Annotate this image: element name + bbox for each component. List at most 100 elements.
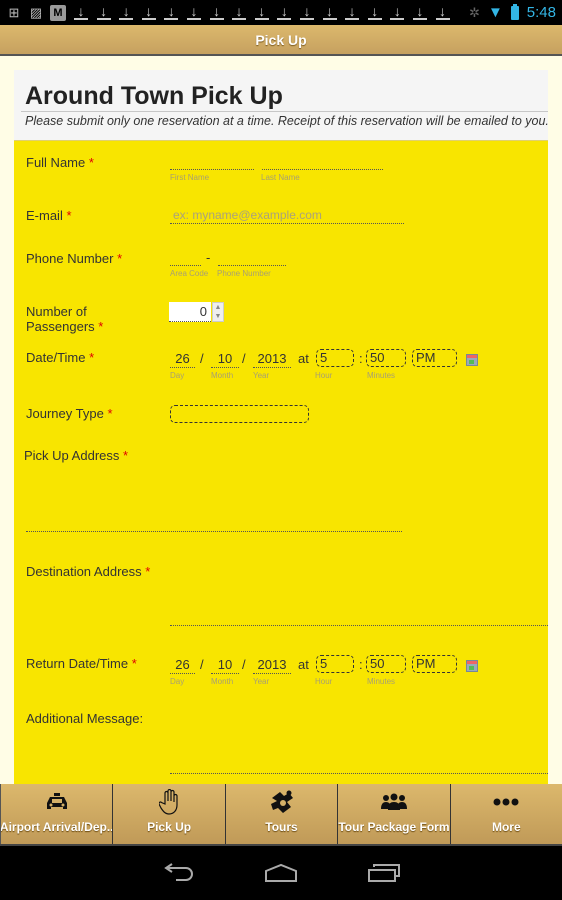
form-header: Around Town Pick Up Please submit only o…	[14, 70, 549, 140]
phone-separator: -	[206, 250, 211, 265]
last-name-sublabel: Last Name	[261, 173, 300, 182]
tab-label: Airport Arrival/Dep..	[0, 820, 113, 834]
at-label: at	[298, 351, 309, 366]
time-separator: :	[359, 351, 363, 366]
passengers-input[interactable]: 0	[169, 302, 211, 322]
year-input[interactable]: 2013	[253, 657, 291, 674]
area-code-sublabel: Area Code	[170, 269, 209, 278]
download-icon: ↓	[435, 4, 450, 20]
year-sublabel: Year	[253, 677, 270, 686]
download-icon: ↓	[277, 4, 292, 20]
datetime-label: Date/Time *	[26, 350, 95, 365]
page-title: Pick Up	[255, 31, 307, 48]
tab-label: Tours	[265, 820, 298, 834]
first-name-input[interactable]	[170, 169, 254, 170]
gmail-icon: M	[50, 4, 66, 21]
form-page[interactable]: Around Town Pick Up Please submit only o…	[0, 56, 562, 784]
group-icon	[380, 790, 408, 814]
form-subtitle: Please submit only one reservation at a …	[25, 114, 549, 128]
passengers-stepper[interactable]: ▲ ▼	[212, 302, 224, 322]
month-sublabel: Month	[211, 677, 234, 686]
add-icon: ⊞	[8, 4, 20, 20]
date-separator: /	[242, 351, 246, 366]
year-input[interactable]: 2013	[253, 351, 291, 368]
bluetooth-icon: ✲	[469, 4, 480, 20]
home-button[interactable]	[264, 863, 298, 883]
wifi-icon: ▼	[487, 4, 503, 21]
tab-tours[interactable]: Tours	[224, 784, 337, 844]
destination-address-label: Destination Address *	[26, 564, 151, 579]
download-icon: ↓	[322, 4, 337, 20]
download-icon: ↓	[299, 4, 314, 20]
download-icon: ↓	[74, 4, 88, 20]
destination-address-input[interactable]	[170, 625, 548, 626]
pickup-address-input[interactable]	[26, 531, 402, 532]
download-icon: ↓	[186, 4, 201, 20]
hour-input[interactable]: 5	[316, 349, 354, 367]
ampm-select[interactable]: PM	[412, 655, 457, 673]
journey-type-select[interactable]	[170, 405, 309, 423]
download-icon: ↓	[412, 4, 427, 20]
download-icon: ↓	[96, 4, 111, 20]
minutes-input[interactable]: 50	[366, 349, 406, 367]
system-nav-bar	[0, 846, 562, 900]
hour-input[interactable]: 5	[316, 655, 354, 673]
stepper-up-icon[interactable]: ▲	[213, 303, 223, 312]
download-icon: ↓	[141, 4, 156, 20]
date-separator: /	[242, 657, 246, 672]
minutes-input[interactable]: 50	[366, 655, 406, 673]
email-label: E-mail *	[26, 208, 72, 223]
download-icon: ↓	[367, 4, 382, 20]
recent-apps-button[interactable]	[368, 863, 400, 883]
clock: 5:48	[526, 4, 556, 21]
email-input[interactable]: ex: myname@example.com	[173, 208, 322, 222]
image-icon: ▨	[29, 4, 43, 20]
month-input[interactable]: 10	[211, 351, 239, 368]
calendar-icon[interactable]	[466, 354, 478, 366]
calendar-icon[interactable]	[466, 660, 478, 672]
tab-airport-arrival[interactable]: Airport Arrival/Dep..	[0, 784, 112, 844]
tab-label: Tour Package Form	[338, 820, 450, 834]
phone-number-sublabel: Phone Number	[217, 269, 271, 278]
passengers-label: Number of Passengers *	[26, 304, 104, 334]
additional-message-input[interactable]	[170, 773, 548, 774]
additional-message-label: Additional Message:	[26, 711, 144, 726]
day-sublabel: Day	[170, 371, 185, 380]
more-icon	[493, 790, 519, 814]
journey-type-label: Journey Type *	[26, 406, 113, 421]
bottom-tab-bar: Airport Arrival/Dep.. Pick Up Tours Tour…	[0, 784, 562, 846]
download-icon: ↓	[345, 4, 360, 20]
hand-icon	[159, 789, 179, 815]
year-sublabel: Year	[253, 371, 270, 380]
hour-sublabel: Hour	[315, 677, 333, 686]
download-icon: ↓	[209, 4, 224, 20]
download-icon: ↓	[390, 4, 405, 20]
download-icon: ↓	[164, 4, 179, 20]
phone-number-input[interactable]	[218, 265, 286, 266]
minutes-sublabel: Minutes	[367, 371, 396, 380]
battery-icon	[510, 3, 519, 20]
back-button[interactable]	[162, 863, 194, 883]
day-input[interactable]: 26	[170, 657, 195, 674]
form-title: Around Town Pick Up	[25, 82, 283, 110]
taxi-icon	[46, 790, 68, 814]
day-sublabel: Day	[170, 677, 185, 686]
area-code-input[interactable]	[170, 265, 201, 266]
tab-tour-package-form[interactable]: Tour Package Form	[337, 784, 449, 844]
ampm-select[interactable]: PM	[412, 349, 457, 367]
at-label: at	[298, 657, 309, 672]
date-separator: /	[200, 351, 204, 366]
tab-label: More	[491, 820, 521, 834]
download-icon: ↓	[254, 4, 269, 20]
day-input[interactable]: 26	[170, 351, 195, 368]
last-name-input[interactable]	[262, 169, 383, 170]
tab-more[interactable]: More	[449, 784, 562, 844]
stepper-down-icon[interactable]: ▼	[213, 312, 223, 321]
date-separator: /	[200, 657, 204, 672]
tab-pick-up[interactable]: Pick Up	[112, 784, 224, 844]
email-underline	[170, 223, 404, 224]
title-bar: Pick Up	[0, 25, 562, 56]
return-datetime-label: Return Date/Time *	[26, 656, 137, 671]
pickup-address-label: Pick Up Address *	[24, 448, 129, 463]
month-input[interactable]: 10	[211, 657, 239, 674]
